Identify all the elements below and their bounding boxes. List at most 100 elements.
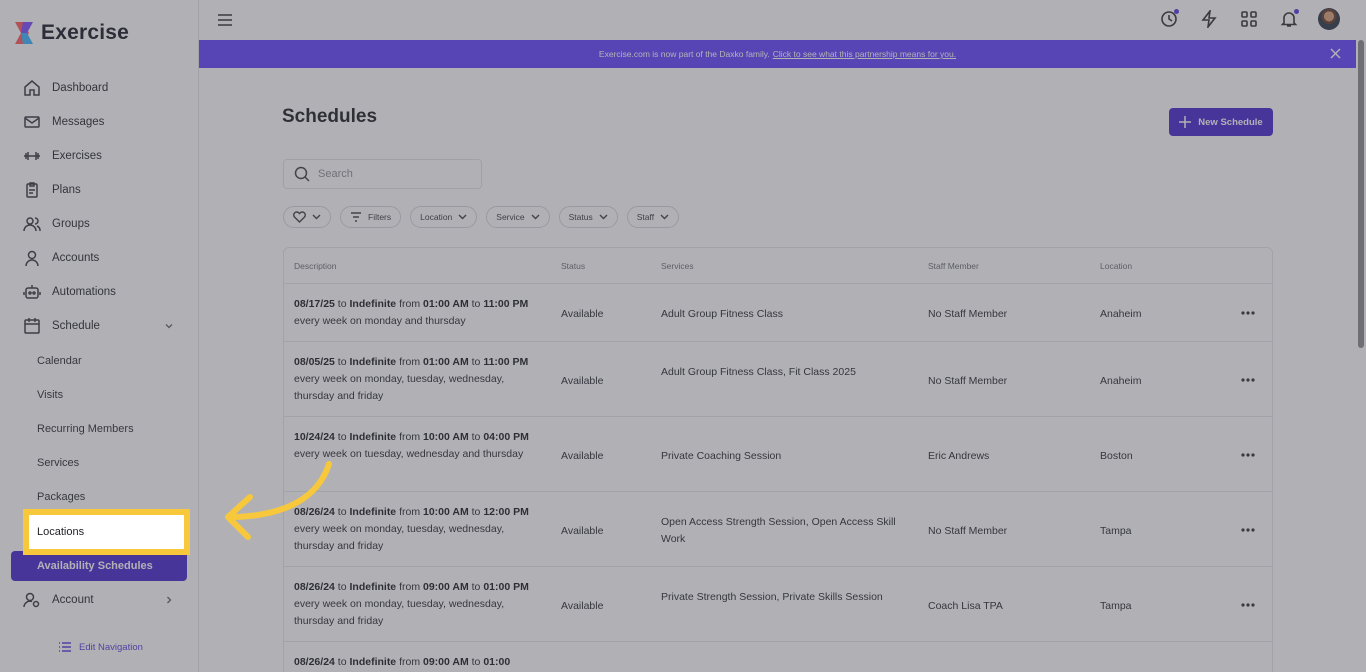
services-cell: Private Strength Session, Private Skills… — [661, 590, 883, 603]
scrollbar[interactable] — [1358, 40, 1364, 348]
sidebar-item-dashboard[interactable]: Dashboard — [11, 73, 187, 103]
row-description: 08/26/24 to Indefinite from 10:00 AM to … — [294, 504, 544, 555]
start-time: 10:00 AM — [423, 431, 469, 443]
sidebar-subitem-recurring-members[interactable]: Recurring Members — [26, 414, 187, 444]
sidebar-item-label: Account — [52, 594, 94, 606]
banner-link[interactable]: Click to see what this partnership means… — [773, 49, 956, 59]
schedules-table: Description Status Services Staff Member… — [283, 247, 1273, 672]
chevron-down-icon[interactable] — [163, 320, 175, 332]
sidebar-item-schedule[interactable]: Schedule — [11, 311, 187, 341]
top-bar — [199, 0, 1366, 40]
table-row[interactable]: 08/05/25 to Indefinite from 01:00 AM to … — [284, 342, 1272, 417]
sidebar-item-exercises[interactable]: Exercises — [11, 141, 187, 171]
more-options-icon[interactable] — [1241, 377, 1255, 382]
filter-label: Status — [568, 212, 593, 222]
favorites-filter[interactable] — [283, 206, 331, 228]
sidebar-subitem-visits[interactable]: Visits — [26, 380, 187, 410]
connector-to: to — [337, 506, 347, 518]
hamburger-menu-icon[interactable] — [217, 12, 233, 28]
more-options-icon[interactable] — [1241, 311, 1255, 315]
sidebar-item-label: Automations — [52, 286, 116, 298]
chevron-down-icon — [531, 214, 540, 220]
filter-bar: Filters Location Service Status Staff — [283, 206, 680, 228]
sidebar-item-plans[interactable]: Plans — [11, 175, 187, 205]
end-time: 01:00 — [483, 656, 511, 668]
announcement-banner: Exercise.com is now part of the Daxko fa… — [199, 40, 1356, 68]
sidebar-item-messages[interactable]: Messages — [11, 107, 187, 137]
start-time: 01:00 AM — [423, 298, 469, 310]
sidebar-item-automations[interactable]: Automations — [11, 277, 187, 307]
location-filter[interactable]: Location — [410, 206, 478, 228]
filter-label: Filters — [368, 212, 392, 222]
table-row[interactable]: 08/17/25 to Indefinite from 01:00 AM to … — [284, 284, 1272, 342]
connector-from: from — [399, 656, 421, 668]
chevron-down-icon — [312, 214, 321, 220]
table-row[interactable]: 08/26/24 to Indefinite from 09:00 AM to … — [284, 642, 1272, 672]
services-cell: Adult Group Fitness Class — [661, 308, 783, 320]
connector-from: from — [399, 356, 421, 368]
close-icon[interactable] — [1329, 47, 1342, 60]
end-date: Indefinite — [349, 431, 397, 443]
profile-button[interactable] — [1318, 8, 1340, 30]
connector-to: to — [471, 581, 481, 593]
lightning-icon — [1201, 10, 1217, 28]
end-time: 01:00 PM — [483, 581, 529, 593]
quick-actions-button[interactable] — [1198, 8, 1220, 30]
start-date: 10/24/24 — [294, 431, 335, 443]
staff-filter[interactable]: Staff — [626, 206, 680, 228]
sidebar-subitem-packages[interactable]: Packages — [26, 482, 187, 512]
exercise-logo-icon — [15, 22, 33, 44]
search-icon — [294, 166, 310, 182]
more-options-icon[interactable] — [1241, 602, 1255, 607]
location-cell: Tampa — [1100, 524, 1132, 537]
sidebar-subitem-services[interactable]: Services — [26, 448, 187, 478]
end-date: Indefinite — [349, 506, 397, 518]
sidebar-item-account[interactable]: Account — [11, 585, 187, 615]
end-date: Indefinite — [349, 356, 397, 368]
end-date: Indefinite — [349, 581, 397, 593]
edit-navigation-link[interactable]: Edit Navigation — [58, 641, 143, 653]
more-options-icon[interactable] — [1241, 452, 1255, 457]
connector-to: to — [471, 506, 481, 518]
service-filter[interactable]: Service — [486, 206, 550, 228]
connector-to: to — [471, 298, 481, 310]
more-options-icon[interactable] — [1241, 527, 1255, 532]
column-header-status[interactable]: Status — [561, 261, 585, 271]
sidebar-item-groups[interactable]: Groups — [11, 209, 187, 239]
connector-to: to — [471, 431, 481, 443]
table-row[interactable]: 10/24/24 to Indefinite from 10:00 AM to … — [284, 417, 1272, 492]
connector-from: from — [399, 431, 421, 443]
sidebar-subitem-availability-schedules[interactable]: Availability Schedules — [11, 551, 187, 581]
status-cell: Available — [561, 308, 604, 320]
column-header-description[interactable]: Description — [294, 261, 337, 271]
filter-lines-icon — [351, 212, 361, 222]
column-header-staff[interactable]: Staff Member — [928, 261, 979, 271]
search-input[interactable]: Search — [283, 159, 482, 189]
sidebar-item-accounts[interactable]: Accounts — [11, 243, 187, 273]
history-button[interactable] — [1158, 8, 1180, 30]
table-row[interactable]: 08/26/24 to Indefinite from 09:00 AM to … — [284, 567, 1272, 642]
table-row[interactable]: 08/26/24 to Indefinite from 10:00 AM to … — [284, 492, 1272, 567]
sidebar-subitem-calendar[interactable]: Calendar — [26, 346, 187, 376]
connector-to: to — [337, 581, 347, 593]
sidebar-item-label: Dashboard — [52, 82, 109, 94]
new-schedule-button[interactable]: New Schedule — [1169, 108, 1273, 136]
column-header-location[interactable]: Location — [1100, 261, 1132, 271]
new-schedule-label: New Schedule — [1198, 116, 1263, 128]
chevron-right-icon[interactable] — [163, 594, 175, 606]
heart-icon — [293, 211, 306, 223]
end-date: Indefinite — [349, 656, 397, 668]
sidebar: Exercise Dashboard Messages Exercises Plans… — [0, 0, 199, 672]
filter-label: Staff — [636, 212, 655, 222]
row-description: 08/26/24 to Indefinite from 09:00 AM to … — [294, 579, 544, 630]
status-cell: Available — [561, 449, 604, 462]
filters-button[interactable]: Filters — [340, 206, 402, 228]
notifications-button[interactable] — [1278, 8, 1300, 30]
apps-button[interactable] — [1238, 8, 1260, 30]
column-header-services[interactable]: Services — [661, 261, 694, 271]
sidebar-item-label: Schedule — [52, 320, 100, 332]
logo[interactable]: Exercise — [13, 20, 129, 46]
connector-to: to — [337, 356, 347, 368]
status-filter[interactable]: Status — [558, 206, 618, 228]
sidebar-item-locations[interactable]: Locations — [23, 509, 190, 555]
